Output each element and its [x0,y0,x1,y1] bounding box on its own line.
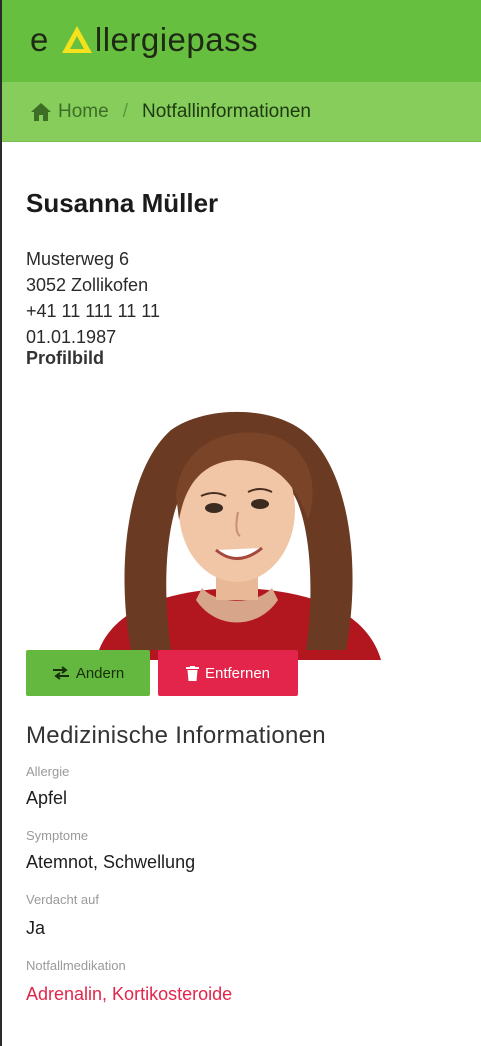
remove-button-label: Entfernen [204,664,271,682]
swap-arrows-icon [52,666,69,680]
profile-image [96,411,381,660]
app-header: e llergiepass [2,0,481,82]
symptoms-label: Symptome [26,828,89,843]
brand-prefix: e [30,21,49,58]
symptoms-value: Atemnot, Schwellung [26,852,196,872]
suspicion-value: Ja [26,918,46,938]
person-name: Susanna Müller [26,188,219,218]
breadcrumb: Home / Notfallinformationen [2,82,481,142]
brand-logo[interactable]: e llergiepass [30,20,258,60]
home-icon [31,102,51,121]
edit-button[interactable]: Andern [26,650,150,696]
app-root: e llergiepass Home / Notfallinformatione… [0,0,481,1046]
warning-triangle-icon [61,26,92,53]
breadcrumb-home-link[interactable]: Home [30,101,109,123]
birthdate: 01.01.1987 [26,327,117,347]
allergy-value: Apfel [26,788,68,808]
allergy-label: Allergie [26,764,70,779]
profile-actions: Andern Entfernen [26,650,298,696]
edit-button-label: Andern [75,664,125,682]
suspicion-label: Verdacht auf [26,892,99,907]
city: 3052 Zollikofen [26,275,149,295]
breadcrumb-separator: / [122,100,128,122]
breadcrumb-current: Notfallinformationen [141,100,311,122]
trash-icon [185,665,199,681]
emergency-medication-value: Adrenalin, Kortikosteroide [26,984,233,1004]
phone: +41 11 111 11 11 [26,301,160,321]
street: Musterweg 6 [26,249,130,269]
remove-button[interactable]: Entfernen [158,650,298,696]
brand-suffix: llergiepass [94,21,259,58]
emergency-medication-label: Notfallmedikation [26,958,126,973]
contact-block: Musterweg 6 3052 Zollikofen +41 11 111 1… [26,246,160,350]
medical-info-title: Medizinische Informationen [26,722,326,749]
profile-image-label: Profilbild [26,348,104,368]
breadcrumb-home-label: Home [58,100,109,122]
